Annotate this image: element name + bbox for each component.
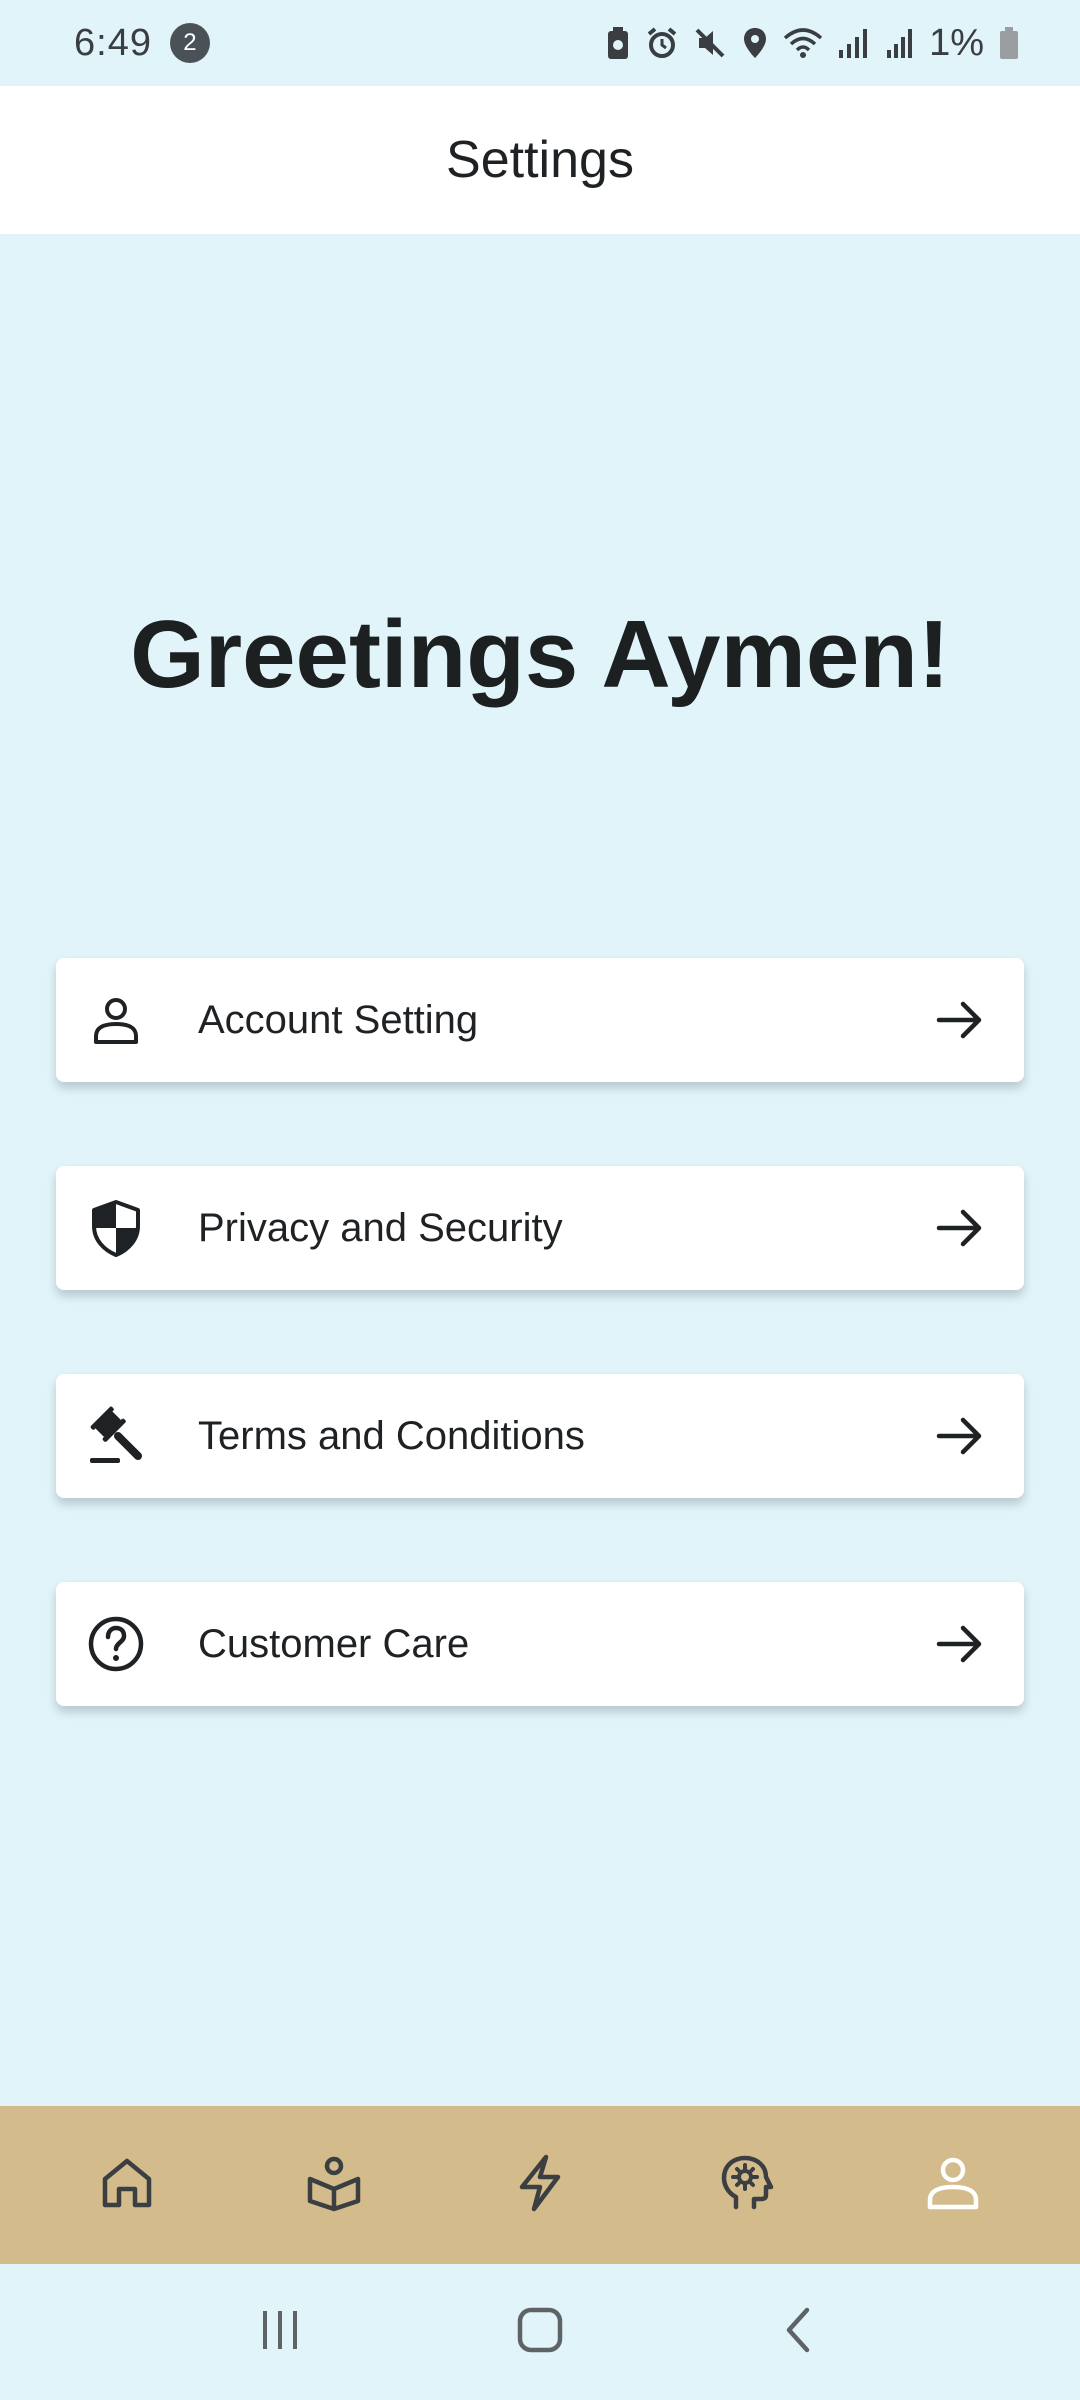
wifi-icon	[783, 26, 823, 60]
arrow-right-icon	[932, 992, 988, 1048]
back-button[interactable]	[750, 2282, 850, 2382]
home-square-icon	[515, 2305, 565, 2360]
terms-conditions-label: Terms and Conditions	[198, 1413, 585, 1458]
profile-icon	[923, 2153, 983, 2218]
status-left: 6:49 2	[74, 22, 210, 65]
privacy-security-label: Privacy and Security	[198, 1205, 563, 1250]
mind-gear-icon	[716, 2153, 776, 2218]
settings-menu: Account Setting Privacy and Security Ter…	[56, 958, 1024, 1790]
signal-icon-2	[885, 26, 915, 60]
person-icon	[86, 990, 146, 1050]
status-bar: 6:49 2 1%	[0, 0, 1080, 86]
terms-conditions-item[interactable]: Terms and Conditions	[56, 1374, 1024, 1498]
system-nav-bar	[0, 2264, 1080, 2400]
learning-icon	[304, 2153, 364, 2218]
shield-icon	[86, 1198, 146, 1258]
location-icon	[741, 26, 769, 60]
app-bar: Settings	[0, 86, 1080, 234]
nav-profile[interactable]	[893, 2125, 1013, 2245]
greeting-heading: Greetings Aymen!	[130, 601, 950, 708]
battery-icon	[998, 25, 1020, 61]
account-setting-label: Account Setting	[198, 997, 479, 1042]
signal-icon	[837, 26, 871, 60]
privacy-security-item[interactable]: Privacy and Security	[56, 1166, 1024, 1290]
arrow-right-icon	[932, 1616, 988, 1672]
lightning-icon	[510, 2153, 570, 2218]
nav-learning[interactable]	[274, 2125, 394, 2245]
account-setting-item[interactable]: Account Setting	[56, 958, 1024, 1082]
home-button[interactable]	[490, 2282, 590, 2382]
bottom-nav	[0, 2106, 1080, 2264]
alarm-icon	[645, 26, 679, 60]
status-icons: 1%	[605, 22, 1020, 65]
recent-apps-button[interactable]	[230, 2282, 330, 2382]
help-circle-icon	[86, 1614, 146, 1674]
gavel-icon	[86, 1406, 146, 1466]
battery-saver-icon	[605, 25, 631, 61]
nav-mind[interactable]	[686, 2125, 806, 2245]
battery-percentage: 1%	[929, 21, 984, 64]
customer-care-label: Customer Care	[198, 1621, 470, 1666]
status-time: 6:49	[74, 21, 152, 64]
nav-home[interactable]	[67, 2125, 187, 2245]
customer-care-item[interactable]: Customer Care	[56, 1582, 1024, 1706]
page-title: Settings	[446, 131, 634, 189]
arrow-right-icon	[932, 1408, 988, 1464]
arrow-right-icon	[932, 1200, 988, 1256]
nav-activity[interactable]	[480, 2125, 600, 2245]
recent-apps-icon	[255, 2305, 305, 2360]
back-chevron-icon	[775, 2305, 825, 2360]
mute-icon	[693, 26, 727, 60]
home-icon	[97, 2153, 157, 2218]
notification-badge: 2	[169, 23, 210, 63]
